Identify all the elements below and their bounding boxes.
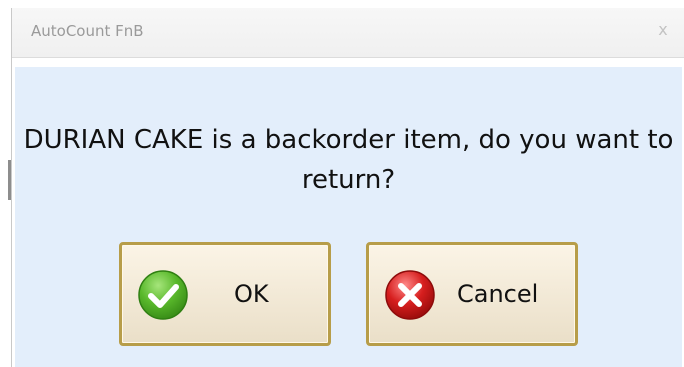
- close-icon: x: [658, 19, 668, 39]
- close-button[interactable]: x: [654, 19, 672, 39]
- checkmark-circle-icon: [138, 270, 188, 320]
- window-title: AutoCount FnB: [31, 22, 144, 40]
- title-bar: AutoCount FnB x: [12, 8, 684, 58]
- ok-button[interactable]: OK: [119, 242, 331, 346]
- ok-label: OK: [234, 280, 269, 308]
- message-text: DURIAN CAKE is a backorder item, do you …: [23, 125, 674, 195]
- top-strip: [0, 0, 684, 8]
- close-circle-icon: [385, 270, 435, 320]
- dialog-window: AutoCount FnB x DURIAN CAKE is a backord…: [11, 8, 684, 367]
- cancel-label: Cancel: [457, 280, 539, 308]
- cancel-button[interactable]: Cancel: [366, 242, 578, 346]
- dialog-content: DURIAN CAKE is a backorder item, do you …: [15, 67, 682, 367]
